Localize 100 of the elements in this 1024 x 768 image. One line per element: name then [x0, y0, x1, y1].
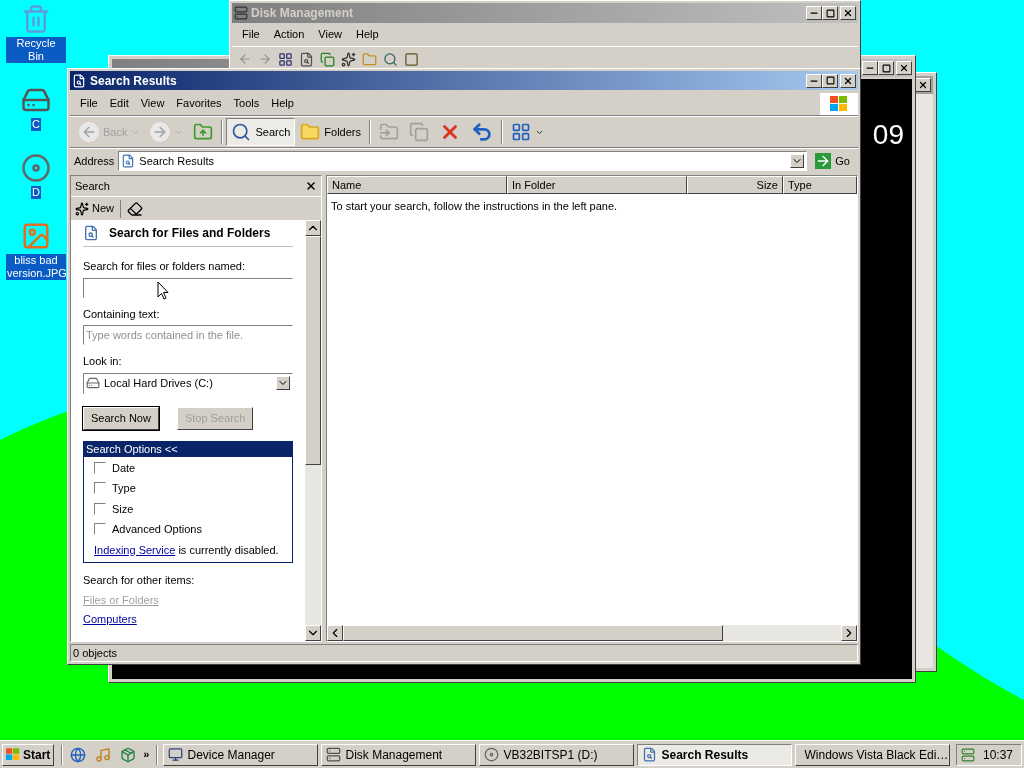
maximize-icon [825, 76, 835, 85]
disk-icon [234, 6, 248, 20]
taskbar-button[interactable]: VB32BITSP1 (D:) [479, 743, 635, 766]
vertical-scrollbar[interactable] [305, 220, 321, 641]
desktop-icon-label[interactable]: D [31, 186, 41, 199]
start-button[interactable]: Start [2, 743, 55, 766]
address-field[interactable]: Search Results [118, 151, 808, 171]
menu-item[interactable]: Action [267, 26, 311, 43]
close-button[interactable] [840, 6, 856, 20]
mouse-pointer-icon [157, 281, 169, 300]
package-icon[interactable] [120, 746, 137, 763]
menu-item[interactable]: Tools [227, 95, 266, 112]
close-icon[interactable] [305, 180, 317, 192]
item-link[interactable]: Computers [83, 611, 137, 628]
taskbar-button[interactable]: Search Results [637, 743, 793, 766]
hard-drive-icon [86, 376, 100, 390]
menu-item[interactable]: Favorites [170, 95, 228, 112]
folders-button[interactable]: Folders [295, 118, 366, 146]
field-label: Search for files or folders named: [83, 259, 247, 274]
search-document-icon [83, 225, 99, 241]
search-document-icon [72, 73, 86, 88]
minimize-button[interactable] [862, 61, 878, 75]
maximize-button[interactable] [822, 6, 838, 20]
checkbox[interactable] [94, 482, 106, 495]
views-icon [511, 122, 531, 142]
indexing-service-link[interactable]: Indexing Service [94, 543, 176, 556]
checkbox[interactable] [94, 461, 106, 474]
menu-item[interactable]: File [74, 95, 104, 112]
new-button[interactable]: New [75, 200, 114, 217]
section-label: Search for other items: [83, 573, 196, 588]
panel-icon [278, 51, 293, 67]
window-title: Disk Management [251, 5, 355, 22]
checkbox[interactable] [94, 523, 106, 536]
windows-logo-icon [6, 748, 20, 761]
look-in-dropdown[interactable]: Local Hard Drives (C:) [83, 372, 293, 394]
column-header[interactable]: Size [687, 176, 783, 194]
menu-item[interactable]: View [134, 95, 171, 112]
search-document-icon [642, 747, 658, 762]
search-icon [383, 51, 398, 67]
taskbar-button[interactable]: Disk Management [321, 743, 477, 766]
menu-item[interactable]: Help [349, 26, 385, 43]
menu-item[interactable]: Help [265, 95, 300, 112]
close-button[interactable] [840, 73, 856, 88]
indexing-note: Indexing Service is currently disabled. [94, 542, 280, 558]
folder-icon [362, 51, 377, 67]
clock-text: 09 [872, 119, 904, 151]
option-label: Advanced Options [112, 522, 202, 537]
cd-drive-icon [484, 747, 500, 762]
maximize-icon [881, 63, 891, 73]
search-action-button[interactable]: Search Now [83, 406, 159, 430]
taskbar-button[interactable]: Windows Vista Black Edi… [795, 743, 951, 766]
desktop-icon-label[interactable]: Recycle Bin [6, 37, 66, 63]
minimize-button[interactable] [806, 6, 822, 20]
cd-drive-icon[interactable] [21, 153, 51, 183]
maximize-button[interactable] [878, 61, 894, 75]
more-button[interactable]: » [139, 746, 154, 763]
checkbox[interactable] [94, 502, 106, 515]
image-file-icon[interactable] [21, 221, 51, 251]
column-header[interactable]: In Folder [507, 176, 687, 194]
undo-icon [471, 121, 493, 143]
results-message: To start your search, follow the instructions in the left pane. [331, 200, 618, 212]
taskbar-button[interactable]: Device Manager [163, 743, 319, 766]
pane-title: Search [75, 178, 110, 194]
close-button[interactable] [896, 61, 912, 75]
minimize-button[interactable] [806, 73, 822, 88]
maximize-icon [825, 8, 835, 18]
field-label: Look in: [83, 354, 123, 369]
field-label: Containing text: [83, 306, 161, 322]
horizontal-scrollbar[interactable] [327, 625, 857, 641]
option-label: Type [112, 481, 136, 496]
containing-text-field[interactable]: Type words contained in the file. [83, 325, 293, 345]
pane-heading: Search for Files and Folders [109, 225, 271, 242]
file-name-field[interactable] [83, 277, 293, 298]
option-label: Date [112, 460, 136, 476]
desktop-icon-label[interactable]: bliss bad version.JPG [6, 254, 66, 280]
scroll-thumb[interactable] [305, 236, 321, 465]
copy-to-folder-icon [409, 122, 429, 142]
close-icon [918, 80, 928, 90]
column-header[interactable]: Type [783, 176, 857, 194]
menu-item[interactable]: File [236, 26, 266, 43]
options-header[interactable]: Search Options << [84, 441, 292, 457]
option-label: Size [112, 501, 134, 517]
maximize-button[interactable] [822, 73, 838, 88]
eraser-icon[interactable] [127, 200, 143, 217]
search-button[interactable]: Search [226, 118, 296, 146]
address-label: Address [74, 153, 115, 169]
window-title: Search Results [90, 72, 178, 90]
column-header[interactable]: Name [327, 176, 507, 194]
windows-logo-icon [830, 95, 848, 112]
menu-item[interactable]: Edit [103, 95, 135, 112]
clock: 10:37 [983, 746, 1014, 764]
desktop-icon-label[interactable]: C [31, 118, 41, 131]
back-arrow-icon [238, 52, 252, 66]
browser-icon[interactable] [70, 746, 87, 763]
go-button[interactable]: Go [811, 152, 854, 170]
menu-item[interactable]: View [312, 26, 348, 43]
disk-icon [326, 747, 342, 762]
scroll-thumb[interactable] [343, 625, 723, 641]
computer-icon [168, 747, 184, 762]
move-to-folder-icon [379, 122, 399, 142]
